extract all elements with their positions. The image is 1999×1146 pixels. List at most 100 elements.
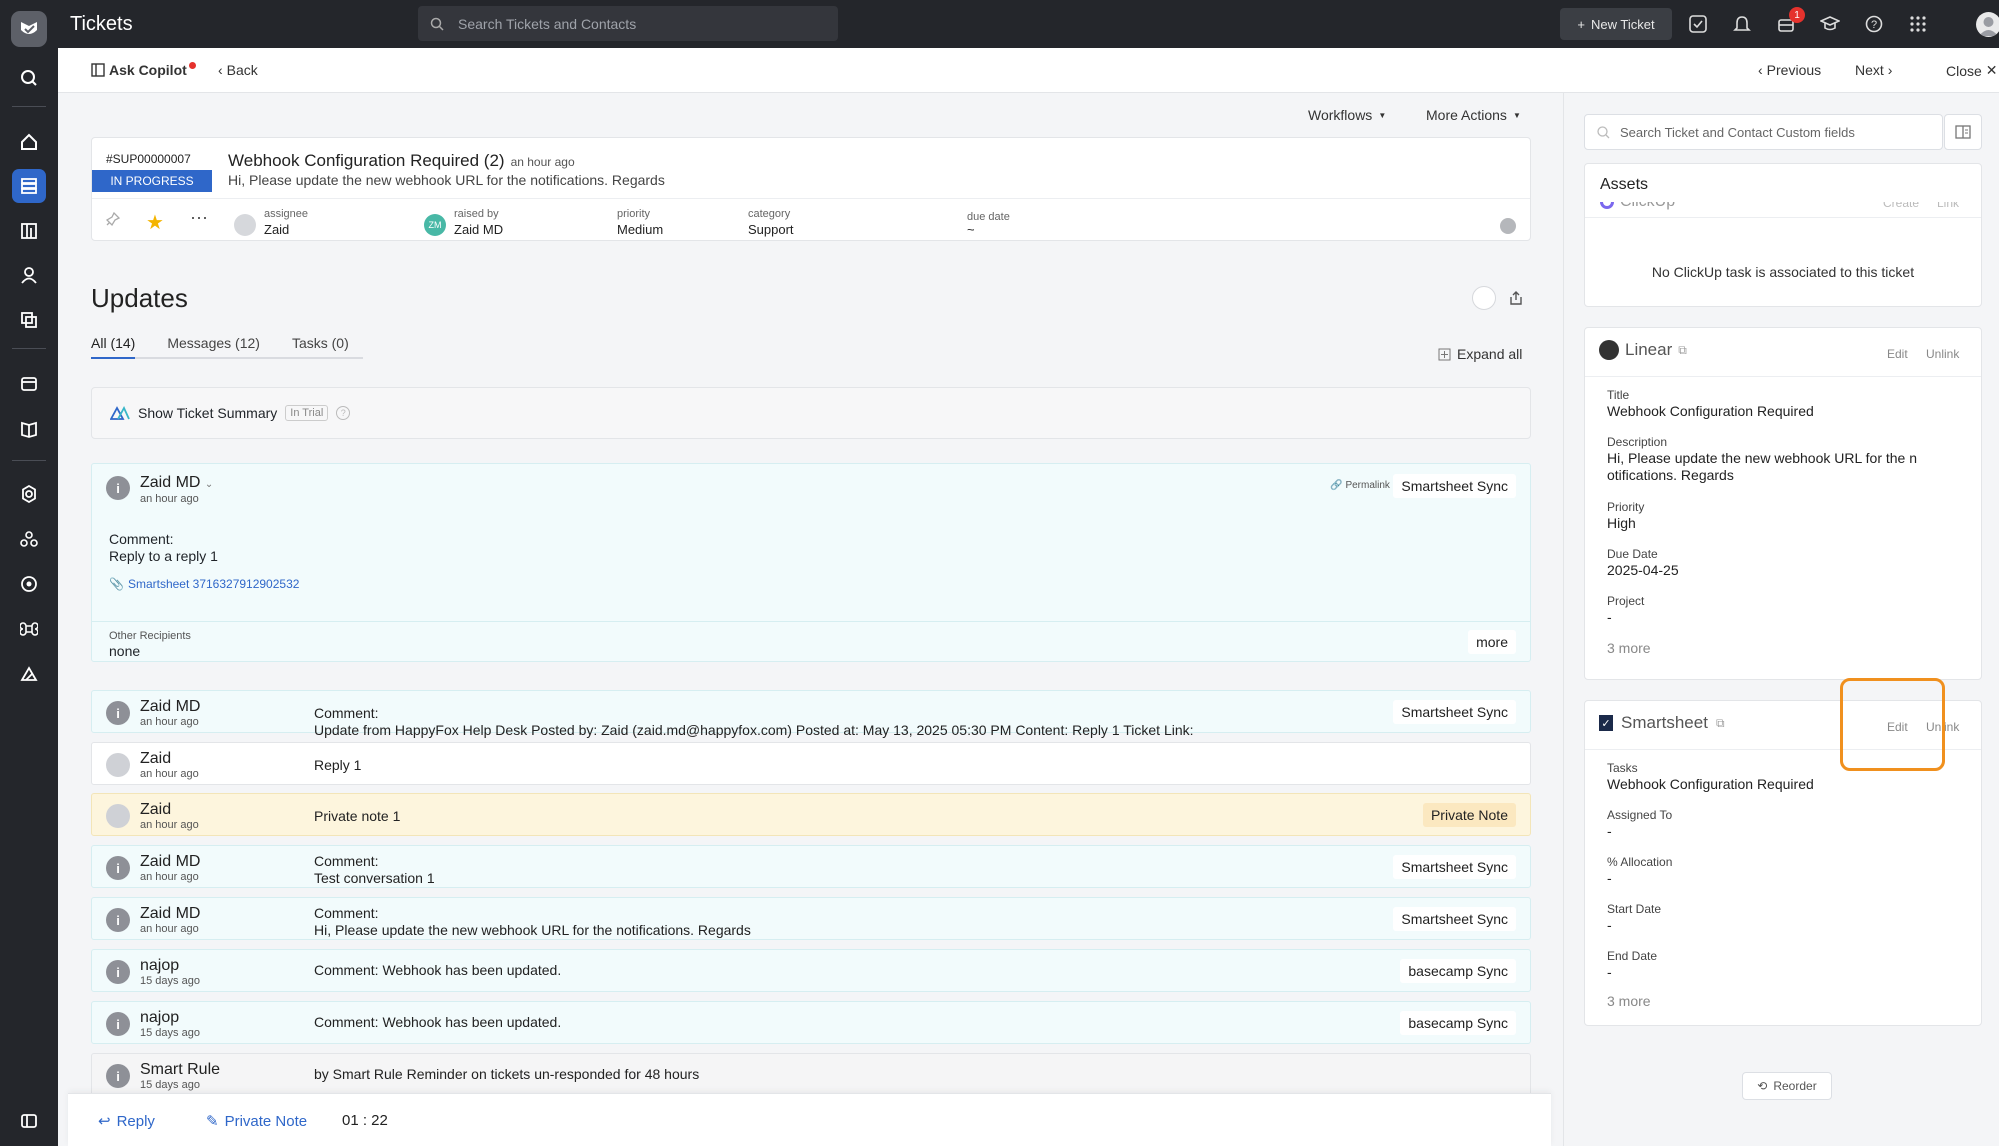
linear-title-field: Title Webhook Configuration Required xyxy=(1607,388,1814,419)
tasks-check-icon[interactable] xyxy=(1686,12,1710,36)
search-icon[interactable] xyxy=(12,61,46,95)
canned-actions-icon[interactable] xyxy=(12,367,46,401)
message-row[interactable]: i Zaid MD an hour ago Comment: Test conve… xyxy=(91,845,1531,888)
smartsheet-allocation-field: % Allocation - xyxy=(1607,855,1672,886)
pin-icon[interactable] xyxy=(104,211,121,231)
tab-all[interactable]: All (14) xyxy=(91,335,136,359)
updates-tabs: All (14) Messages (12) Tasks (0) xyxy=(91,335,363,359)
external-link-icon[interactable]: ⧉ xyxy=(1678,343,1687,358)
smartsheet-assigned-field: Assigned To - xyxy=(1607,808,1672,839)
raised-by-field[interactable]: raised by Zaid MD xyxy=(454,208,503,237)
linear-description-field: Description Hi, Please update the new web… xyxy=(1607,435,1917,483)
message-row[interactable]: Zaid an hour ago Reply 1 xyxy=(91,742,1531,785)
smartsheet-more-link[interactable]: 3 more xyxy=(1607,993,1651,1009)
message-row[interactable]: i Zaid MD an hour ago Comment: Hi, Please… xyxy=(91,897,1531,940)
message-row[interactable]: i najop 15 days ago Comment: Webhook has… xyxy=(91,1001,1531,1044)
message-row[interactable]: i Smart Rule 15 days ago by Smart Rule R… xyxy=(91,1053,1531,1096)
ticket-summary-bar[interactable]: Show Ticket Summary In Trial ? xyxy=(91,387,1531,439)
automation-icon[interactable] xyxy=(12,567,46,601)
category-value: Support xyxy=(748,222,794,237)
help-icon[interactable]: ? xyxy=(1862,12,1886,36)
reply-label: Reply xyxy=(116,1112,155,1130)
app-grid-icon[interactable] xyxy=(1906,12,1930,36)
info-icon[interactable]: ? xyxy=(336,406,351,420)
linear-more-link[interactable]: 3 more xyxy=(1607,640,1651,656)
settings-icon[interactable] xyxy=(12,477,46,511)
tickets-icon[interactable] xyxy=(12,169,46,203)
layout-toggle-icon[interactable] xyxy=(1944,114,1982,150)
announcements-icon[interactable]: 1 xyxy=(1774,7,1805,36)
message-author: Zaid xyxy=(140,801,172,818)
due-date-value: ~ xyxy=(967,222,975,237)
home-icon[interactable] xyxy=(12,125,46,159)
custom-fields-search-input[interactable] xyxy=(1620,124,1920,140)
command-icon[interactable] xyxy=(12,612,46,646)
message-row[interactable]: i najop 15 days ago Comment: Webhook has… xyxy=(91,949,1531,992)
attachment-link[interactable]: 📎 Smartsheet 3716327912902532 xyxy=(109,577,299,591)
previous-link[interactable]: ‹ Previous xyxy=(1758,62,1821,78)
global-search[interactable] xyxy=(418,6,838,41)
field-value: - xyxy=(1607,870,1612,886)
copilot-icon[interactable] xyxy=(12,657,46,691)
bell-icon[interactable] xyxy=(1730,12,1754,36)
reorder-icon: ⟲ xyxy=(1757,1079,1768,1093)
knowledge-base-icon[interactable] xyxy=(12,412,46,446)
happyfox-logo[interactable] xyxy=(11,11,47,47)
close-link[interactable]: Close ✕ xyxy=(1946,62,1998,79)
category-field[interactable]: category Support xyxy=(748,208,794,237)
due-date-field[interactable]: due date ~ xyxy=(967,211,1010,237)
private-note-button[interactable]: ✎ Private Note xyxy=(206,1112,307,1131)
clickup-create-link[interactable]: Create xyxy=(1883,202,1919,210)
priority-label: priority xyxy=(617,208,651,220)
message-row[interactable]: Zaid an hour ago Private note 1 Private … xyxy=(91,793,1531,836)
next-link[interactable]: Next › xyxy=(1855,62,1892,78)
tab-tasks[interactable]: Tasks (0) xyxy=(292,335,349,357)
custom-fields-search[interactable] xyxy=(1584,114,1943,150)
source-tag: basecamp Sync xyxy=(1400,1011,1516,1035)
export-icon[interactable] xyxy=(1504,286,1528,310)
apps-icon[interactable] xyxy=(12,522,46,556)
tab-messages[interactable]: Messages (12) xyxy=(167,335,260,357)
linear-edit-link[interactable]: Edit xyxy=(1887,347,1908,361)
external-link-icon[interactable]: ⧉ xyxy=(1716,716,1725,731)
reply-icon: ↩ xyxy=(98,1113,111,1130)
global-search-input[interactable] xyxy=(458,15,818,32)
field-label: Title xyxy=(1607,388,1630,402)
collapse-sidebar-icon[interactable] xyxy=(12,1104,46,1138)
ask-copilot-button[interactable]: Ask Copilot xyxy=(91,61,196,78)
more-actions-dropdown[interactable]: More Actions ▼ xyxy=(1426,107,1521,123)
reorder-button[interactable]: ⟲ Reorder xyxy=(1742,1072,1832,1100)
watchers-icon[interactable] xyxy=(1472,286,1496,310)
field-value: - xyxy=(1607,823,1612,839)
timer[interactable]: 01 : 22 xyxy=(342,1112,388,1129)
smartsheet-logo-icon: ✓ xyxy=(1599,715,1613,731)
field-label: Due Date xyxy=(1607,547,1658,561)
expand-all-button[interactable]: Expand all xyxy=(1438,346,1522,362)
permalink[interactable]: 🔗 Permalink xyxy=(1330,480,1390,491)
contacts-icon[interactable] xyxy=(12,258,46,292)
back-link[interactable]: ‹ Back xyxy=(218,62,258,78)
reply-button[interactable]: ↩ Reply xyxy=(98,1112,155,1131)
academy-icon[interactable] xyxy=(1818,12,1842,36)
workflows-dropdown[interactable]: Workflows ▼ xyxy=(1308,107,1386,123)
message-time: an hour ago xyxy=(140,768,199,780)
priority-field[interactable]: priority Medium xyxy=(617,208,663,237)
new-ticket-button[interactable]: + New Ticket xyxy=(1560,8,1672,40)
more-options-icon[interactable]: ⋯ xyxy=(190,208,208,229)
user-avatar[interactable] xyxy=(1976,12,1999,37)
reports-icon[interactable] xyxy=(12,214,46,248)
smartsheet-end-field: End Date - xyxy=(1607,949,1657,980)
ticket-preview: Hi, Please update the new webhook URL fo… xyxy=(228,172,665,188)
ticket-header: #SUP00000007 IN PROGRESS Webhook Configu… xyxy=(91,137,1531,241)
message-row[interactable]: i Zaid MD an hour ago Comment: Update fro… xyxy=(91,690,1531,738)
star-icon[interactable]: ★ xyxy=(146,210,164,235)
linear-unlink-link[interactable]: Unlink xyxy=(1926,347,1959,361)
assignee-field[interactable]: assignee Zaid xyxy=(264,208,308,237)
status-badge[interactable]: IN PROGRESS xyxy=(92,170,212,192)
clickup-link-link[interactable]: Link xyxy=(1937,202,1959,210)
chevron-down-icon[interactable]: ⌄ xyxy=(205,479,213,490)
message-author[interactable]: Zaid MD ⌄ xyxy=(140,474,213,492)
more-button[interactable]: more xyxy=(1468,630,1516,654)
assets-icon[interactable] xyxy=(12,303,46,337)
assets-title: Assets xyxy=(1600,176,1649,193)
